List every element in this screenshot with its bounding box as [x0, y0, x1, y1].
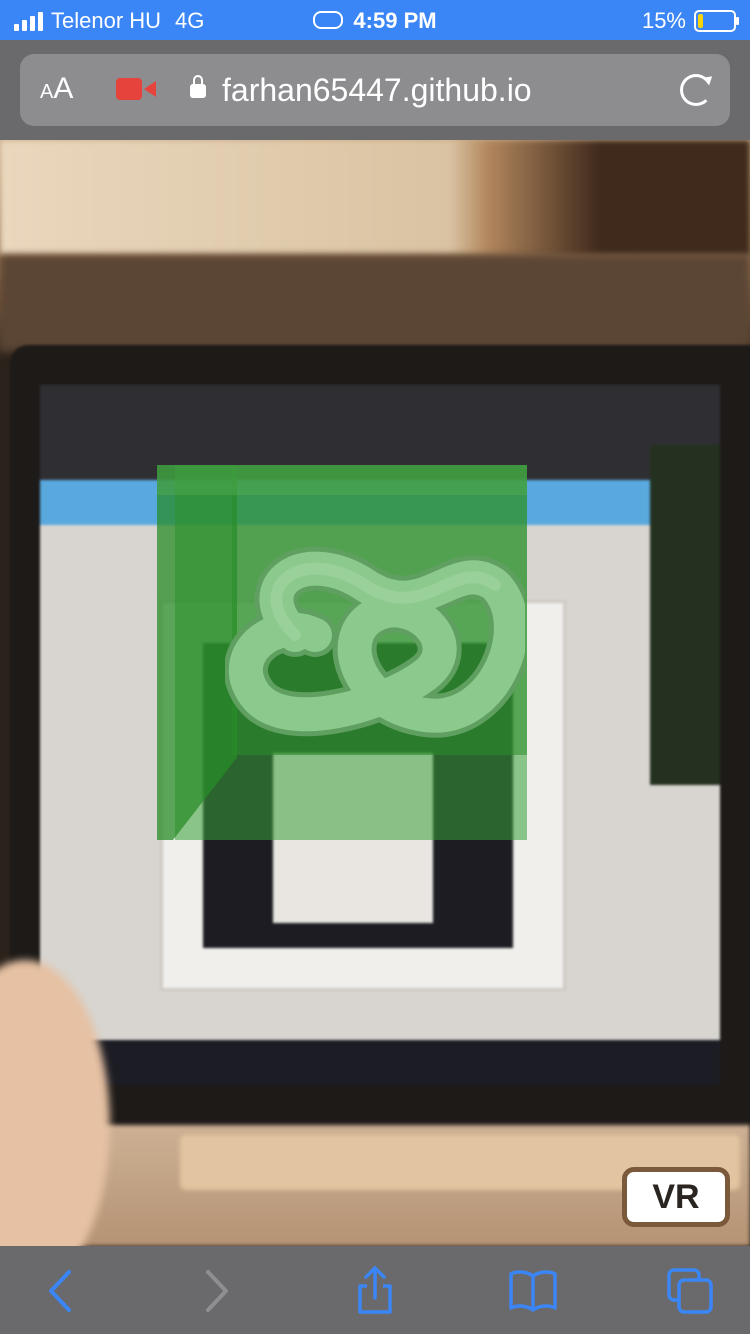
back-icon[interactable] [37, 1266, 87, 1316]
bookmarks-icon[interactable] [508, 1266, 558, 1316]
text-size-icon[interactable]: AA [40, 72, 73, 106]
ar-torus-knot [225, 546, 525, 738]
laptop-code-panel [650, 445, 720, 785]
lock-icon [190, 75, 206, 98]
address-bar[interactable]: AA farhan65447.github.io [20, 54, 730, 126]
vr-button[interactable]: VR [622, 1167, 730, 1227]
camera-in-use-icon[interactable] [116, 78, 156, 100]
background-desk [0, 255, 750, 350]
reload-icon[interactable] [680, 74, 712, 106]
battery-percent: 15% [641, 8, 686, 33]
browser-address-area: AA farhan65447.github.io [0, 40, 750, 140]
ar-cube-top-face [157, 465, 527, 495]
browser-toolbar [0, 1246, 750, 1334]
background-wall [0, 140, 750, 255]
forward-icon[interactable] [190, 1266, 240, 1316]
url-text[interactable]: farhan65447.github.io [222, 72, 532, 109]
status-bar: Telenor HU 4G 4:59 PM 15% [0, 0, 750, 40]
battery-icon [694, 10, 739, 32]
ar-camera-view[interactable] [0, 140, 750, 1246]
carrier-name: Telenor HU [51, 8, 162, 33]
signal-strength-icon [14, 11, 43, 31]
tabs-icon[interactable] [665, 1266, 715, 1316]
network-type: 4G [175, 8, 205, 33]
share-icon[interactable] [350, 1266, 400, 1316]
clock: 4:59 PM [353, 8, 437, 33]
laptop-taskbar [40, 1040, 720, 1085]
hotspot-link-icon [313, 11, 344, 29]
